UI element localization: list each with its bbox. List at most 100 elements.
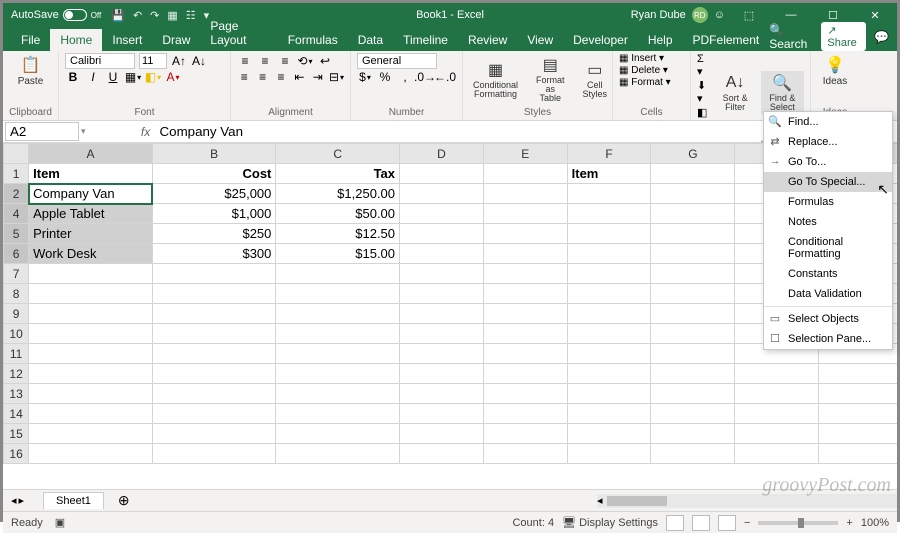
select-all-cell[interactable] [4,144,29,164]
underline-icon[interactable]: U [105,69,121,85]
cell-D11[interactable] [400,344,484,364]
cell-C12[interactable] [276,364,400,384]
cell-G16[interactable] [651,444,735,464]
row-header-8[interactable]: 8 [4,284,29,304]
cell-B2[interactable]: $25,000 [152,184,276,204]
cell-I12[interactable] [819,364,897,384]
row-header-9[interactable]: 9 [4,304,29,324]
tab-page-layout[interactable]: Page Layout [200,15,277,51]
cell-B9[interactable] [152,304,276,324]
cell-C2[interactable]: $1,250.00 [276,184,400,204]
cell-F10[interactable] [567,324,651,344]
cell-B16[interactable] [152,444,276,464]
number-format-input[interactable] [357,53,437,69]
cell-F1[interactable]: Item [567,164,651,184]
insert-cells-button[interactable]: ▦ Insert ▾ [619,53,684,64]
column-header-C[interactable]: C [276,144,400,164]
cell-E2[interactable] [483,184,567,204]
currency-icon[interactable]: $ [357,69,373,85]
menu-item-go-to-special[interactable]: Go To Special... [764,172,892,192]
tab-developer[interactable]: Developer [563,29,638,51]
view-normal-icon[interactable] [666,515,684,531]
row-header-7[interactable]: 7 [4,264,29,284]
user-avatar[interactable]: RD [692,7,708,23]
cell-E5[interactable] [483,224,567,244]
align-middle-icon[interactable]: ≡ [257,53,273,69]
cell-E13[interactable] [483,384,567,404]
cell-G10[interactable] [651,324,735,344]
cell-E7[interactable] [483,264,567,284]
row-header-6[interactable]: 6 [4,244,29,264]
bold-icon[interactable]: B [65,69,81,85]
cell-D14[interactable] [400,404,484,424]
cell-D13[interactable] [400,384,484,404]
cell-E1[interactable] [483,164,567,184]
autosum-icon[interactable]: Σ ▾ [697,53,710,78]
menu-item-replace[interactable]: ⇄Replace... [764,132,892,152]
toggle-icon[interactable] [63,9,87,21]
cell-B12[interactable] [152,364,276,384]
cell-D1[interactable] [400,164,484,184]
border-icon[interactable]: ▦ [125,69,141,85]
cell-G6[interactable] [651,244,735,264]
cell-A10[interactable] [29,324,153,344]
cell-C16[interactable] [276,444,400,464]
column-header-F[interactable]: F [567,144,651,164]
increase-indent-icon[interactable]: ⇥ [311,69,325,85]
view-break-icon[interactable] [718,515,736,531]
cell-F6[interactable] [567,244,651,264]
cell-F7[interactable] [567,264,651,284]
dropdown-icon[interactable]: ▾ [81,126,86,137]
align-top-icon[interactable]: ≡ [237,53,253,69]
cell-E10[interactable] [483,324,567,344]
name-box[interactable] [5,122,79,141]
cell-G14[interactable] [651,404,735,424]
menu-item-formulas[interactable]: Formulas [764,192,892,212]
undo-icon[interactable]: ↶ [133,9,142,22]
decrease-font-icon[interactable]: A↓ [191,53,207,69]
column-header-B[interactable]: B [152,144,276,164]
column-header-E[interactable]: E [483,144,567,164]
row-header-1[interactable]: 1 [4,164,29,184]
cell-C8[interactable] [276,284,400,304]
save-icon[interactable]: 💾 [111,9,125,22]
menu-item-constants[interactable]: Constants [764,264,892,284]
tab-insert[interactable]: Insert [102,29,152,51]
cell-F16[interactable] [567,444,651,464]
align-center-icon[interactable]: ≡ [255,69,269,85]
cell-D9[interactable] [400,304,484,324]
tab-data[interactable]: Data [348,29,393,51]
cell-B5[interactable]: $250 [152,224,276,244]
cell-F13[interactable] [567,384,651,404]
cell-G11[interactable] [651,344,735,364]
cell-G15[interactable] [651,424,735,444]
row-header-15[interactable]: 15 [4,424,29,444]
sheet-prev-icon[interactable]: ◂ [11,494,17,507]
cell-C10[interactable] [276,324,400,344]
cell-A6[interactable]: Work Desk [29,244,153,264]
cell-A2[interactable]: Company Van [29,184,153,204]
cell-E15[interactable] [483,424,567,444]
cell-G8[interactable] [651,284,735,304]
cell-G7[interactable] [651,264,735,284]
cell-H14[interactable] [735,404,819,424]
cell-F8[interactable] [567,284,651,304]
sheet-tab[interactable]: Sheet1 [43,492,104,509]
cell-A14[interactable] [29,404,153,424]
horizontal-scrollbar[interactable]: ◂ [597,494,897,508]
row-header-16[interactable]: 16 [4,444,29,464]
increase-decimal-icon[interactable]: .0→ [417,69,433,85]
cell-E14[interactable] [483,404,567,424]
row-header-14[interactable]: 14 [4,404,29,424]
minimize-icon[interactable]: — [773,9,809,21]
cell-D16[interactable] [400,444,484,464]
cell-G4[interactable] [651,204,735,224]
cell-A16[interactable] [29,444,153,464]
macro-record-icon[interactable]: ▣ [55,516,65,529]
tab-review[interactable]: Review [458,29,517,51]
cell-A12[interactable] [29,364,153,384]
cell-B8[interactable] [152,284,276,304]
conditional-formatting-button[interactable]: ▦Conditional Formatting [469,58,522,101]
cell-G5[interactable] [651,224,735,244]
italic-icon[interactable]: I [85,69,101,85]
